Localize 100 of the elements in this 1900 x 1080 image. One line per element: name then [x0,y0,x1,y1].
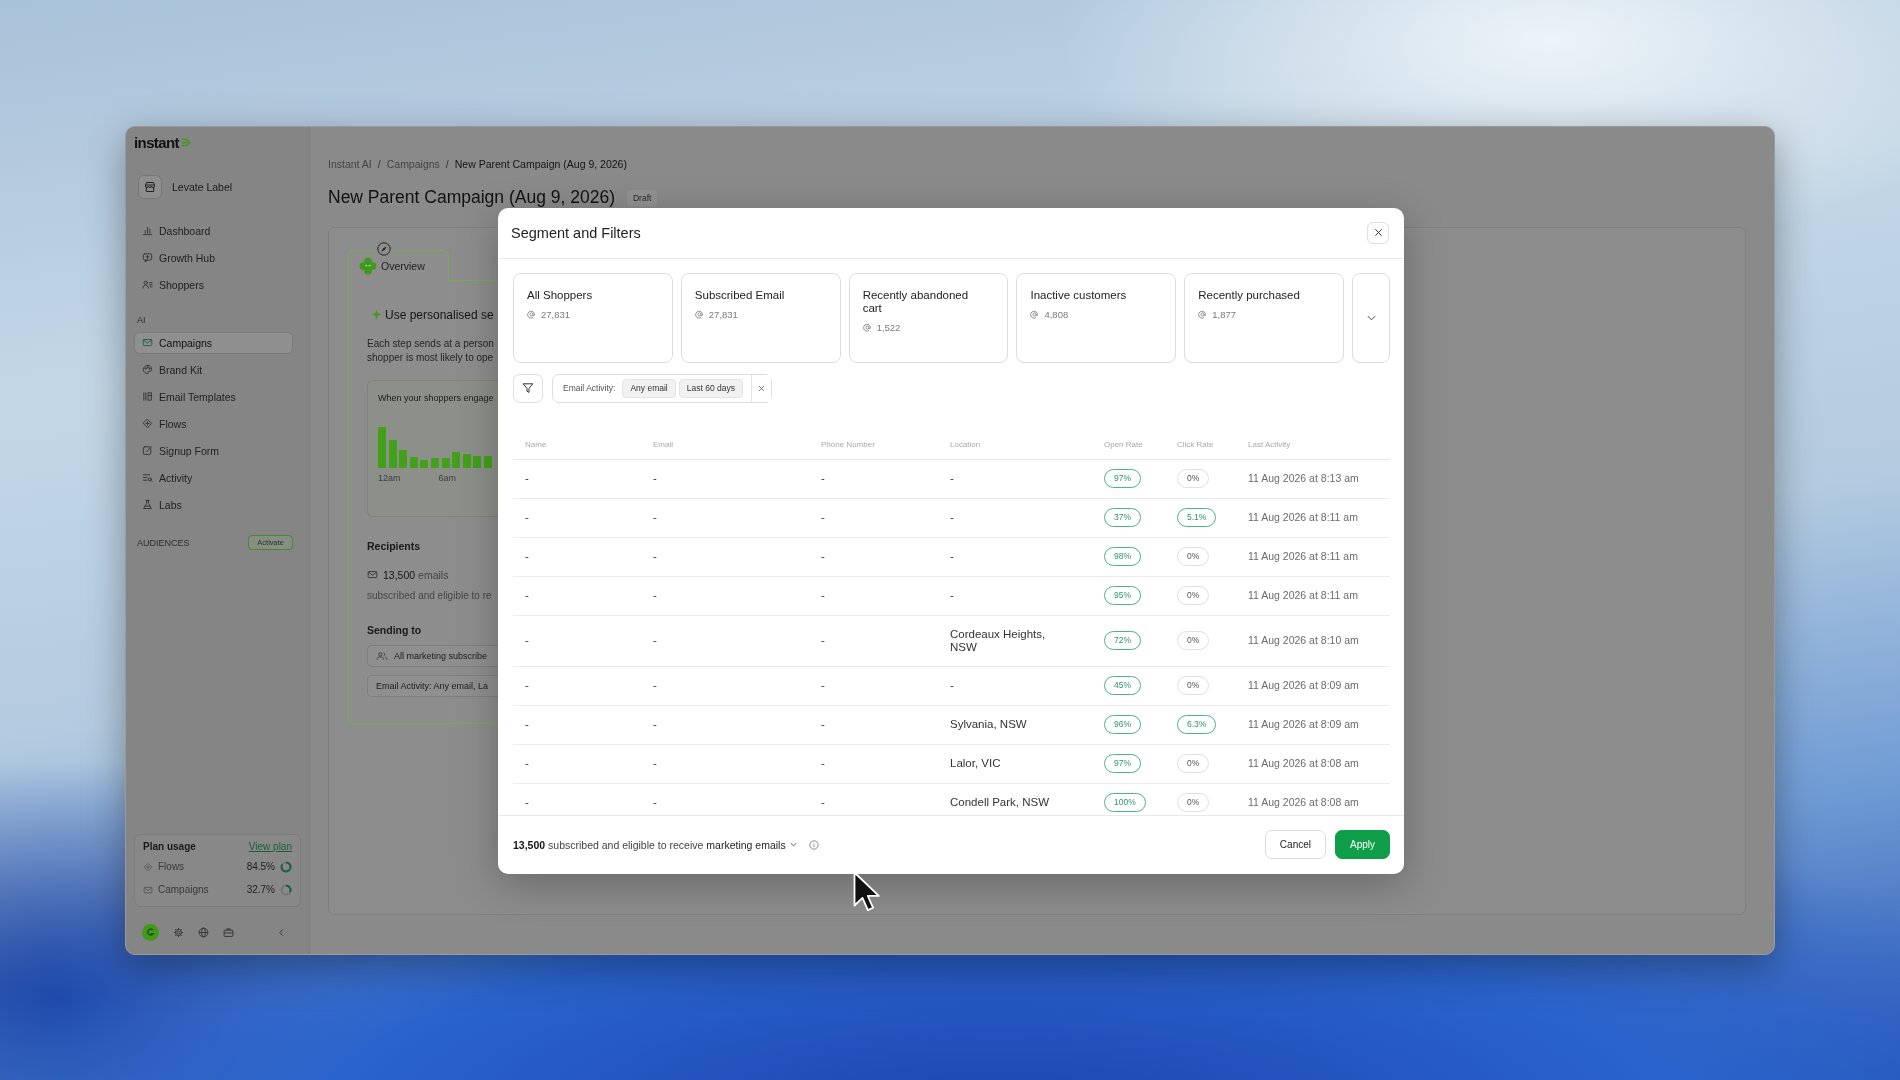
table-cell: - [525,511,529,524]
table-cell: 11 Aug 2026 at 8:08 am [1248,796,1359,809]
table-cell: - [653,472,657,485]
avatar-icon[interactable] [142,924,159,941]
filter-value-chip[interactable]: Last 60 days [678,378,743,398]
column-header: Last Activity [1248,439,1291,449]
settings-icon[interactable] [173,927,184,938]
breadcrumb-separator: / [445,157,449,170]
table-cell: - [950,472,954,485]
table-cell-text: Cordeaux Heights, NSW [950,627,1047,654]
column-header: Name [525,439,547,449]
chart-bar [462,453,471,468]
flask-icon [142,499,153,510]
chevron-left-icon[interactable] [278,928,285,937]
column-header: Email [653,439,673,449]
breadcrumb-link[interactable]: Campaigns [386,157,440,170]
workspace-switcher[interactable]: Levate Label [134,173,233,200]
nav-item[interactable]: Campaigns [134,331,293,354]
table-cell: - [821,757,825,770]
chart-title: When your shoppers engage [378,391,494,404]
chart-bar [441,457,450,468]
table-cell: - [525,472,529,485]
at-sign-icon [862,322,872,332]
table-cell: - [821,679,825,692]
nav-item[interactable]: Labs [134,493,293,516]
filter-button[interactable] [513,373,543,403]
table-cell: - [821,634,825,647]
briefcase-icon[interactable] [223,927,234,938]
description-text: Each step sends at a person shopper is most likely to ope [367,336,494,365]
section-heading: Sending to [367,622,422,637]
chart-bar [430,457,439,468]
view-plan-link[interactable]: View plan [248,841,292,852]
section-heading: AUDIENCES [137,536,190,549]
envelope-icon [143,884,153,895]
at-sign-icon [1030,309,1040,319]
storefront-icon [138,174,162,199]
filter-value-chip[interactable]: Any email [622,378,676,398]
segment-card[interactable]: Recently purchased 1,877 [1184,272,1345,363]
nav-item[interactable]: Signup Form [134,439,293,462]
nav-item[interactable]: Email Templates [134,385,293,408]
column-header: Click Rate [1177,439,1214,449]
page-title: New Parent Campaign (Aug 9, 2026) [328,187,615,208]
close-button[interactable] [1367,221,1389,244]
table-cell: Sylvania, NSW [950,718,1027,731]
click-rate-badge: 0% [1177,793,1210,812]
at-sign-icon [1198,309,1208,319]
segment-card[interactable]: Subscribed Email 27,831 [680,272,841,363]
section-heading: AI [137,313,147,326]
apply-button[interactable]: Apply [1335,830,1390,859]
table-cell: Lalor, VIC [950,757,1001,770]
filter-label: Email Activity: [563,383,616,393]
chart-bar [378,426,386,468]
table-cell: - [525,718,529,731]
segment-card[interactable]: Recently abandoned cart 1,522 [848,272,1009,363]
overview-tab[interactable]: Overview [348,249,449,281]
envelope-icon [367,569,378,580]
columns-icon [142,391,153,402]
progress-ring-icon [280,883,292,896]
nav-item[interactable]: Activity [134,466,293,489]
table-cell: 11 Aug 2026 at 8:08 am [1248,757,1359,770]
status-badge: Draft [626,189,658,206]
nav-item[interactable]: Growth Hub [134,246,293,269]
table-cell: - [653,550,657,563]
table-cell: 11 Aug 2026 at 8:09 am [1248,718,1359,731]
palette-icon [142,364,153,375]
table-cell: - [950,550,954,563]
table-cell: 11 Aug 2026 at 8:11 am [1248,589,1358,602]
logo-mark-icon [180,138,192,147]
close-icon [1373,228,1383,237]
user-list-icon [142,279,153,290]
edit-icon [142,445,153,456]
table-cell: - [950,511,954,524]
table-cell: - [653,796,657,809]
axis-label: 6am [438,471,457,484]
breadcrumb-link[interactable]: New Parent Campaign (Aug 9, 2026) [454,157,627,170]
nav-item[interactable]: Shoppers [134,273,293,296]
diamond-icon [143,861,153,872]
usage-value: 32.7% [246,884,275,895]
segment-card[interactable]: Inactive customers 4,808 [1016,272,1177,363]
audience-dropdown[interactable]: marketing emails [703,838,797,851]
nav-item[interactable]: Brand Kit [134,358,293,381]
table-cell: - [821,511,825,524]
cancel-button[interactable]: Cancel [1264,830,1326,859]
table-cell: - [950,679,954,692]
info-icon[interactable] [808,839,819,850]
table-cell: - [525,796,529,809]
table-cell: - [653,589,657,602]
table-cell: - [821,550,825,563]
nav-item[interactable]: Dashboard [134,219,293,242]
chart-bar [452,451,461,468]
usage-label: Campaigns [158,884,210,895]
segment-card[interactable]: All Shoppers 27,831 [513,272,673,363]
section-title: Use personalised se [385,307,494,322]
globe-icon[interactable] [198,927,209,938]
eligibility-summary: 13,500 subscribed and eligible to receive [513,838,704,851]
nav-item[interactable]: Flows [134,412,293,435]
at-sign-icon [527,309,536,319]
breadcrumb-link[interactable]: Instant AI [328,157,372,170]
chat-bubble-icon [142,252,153,263]
dialog-title: Segment and Filters [511,224,641,241]
